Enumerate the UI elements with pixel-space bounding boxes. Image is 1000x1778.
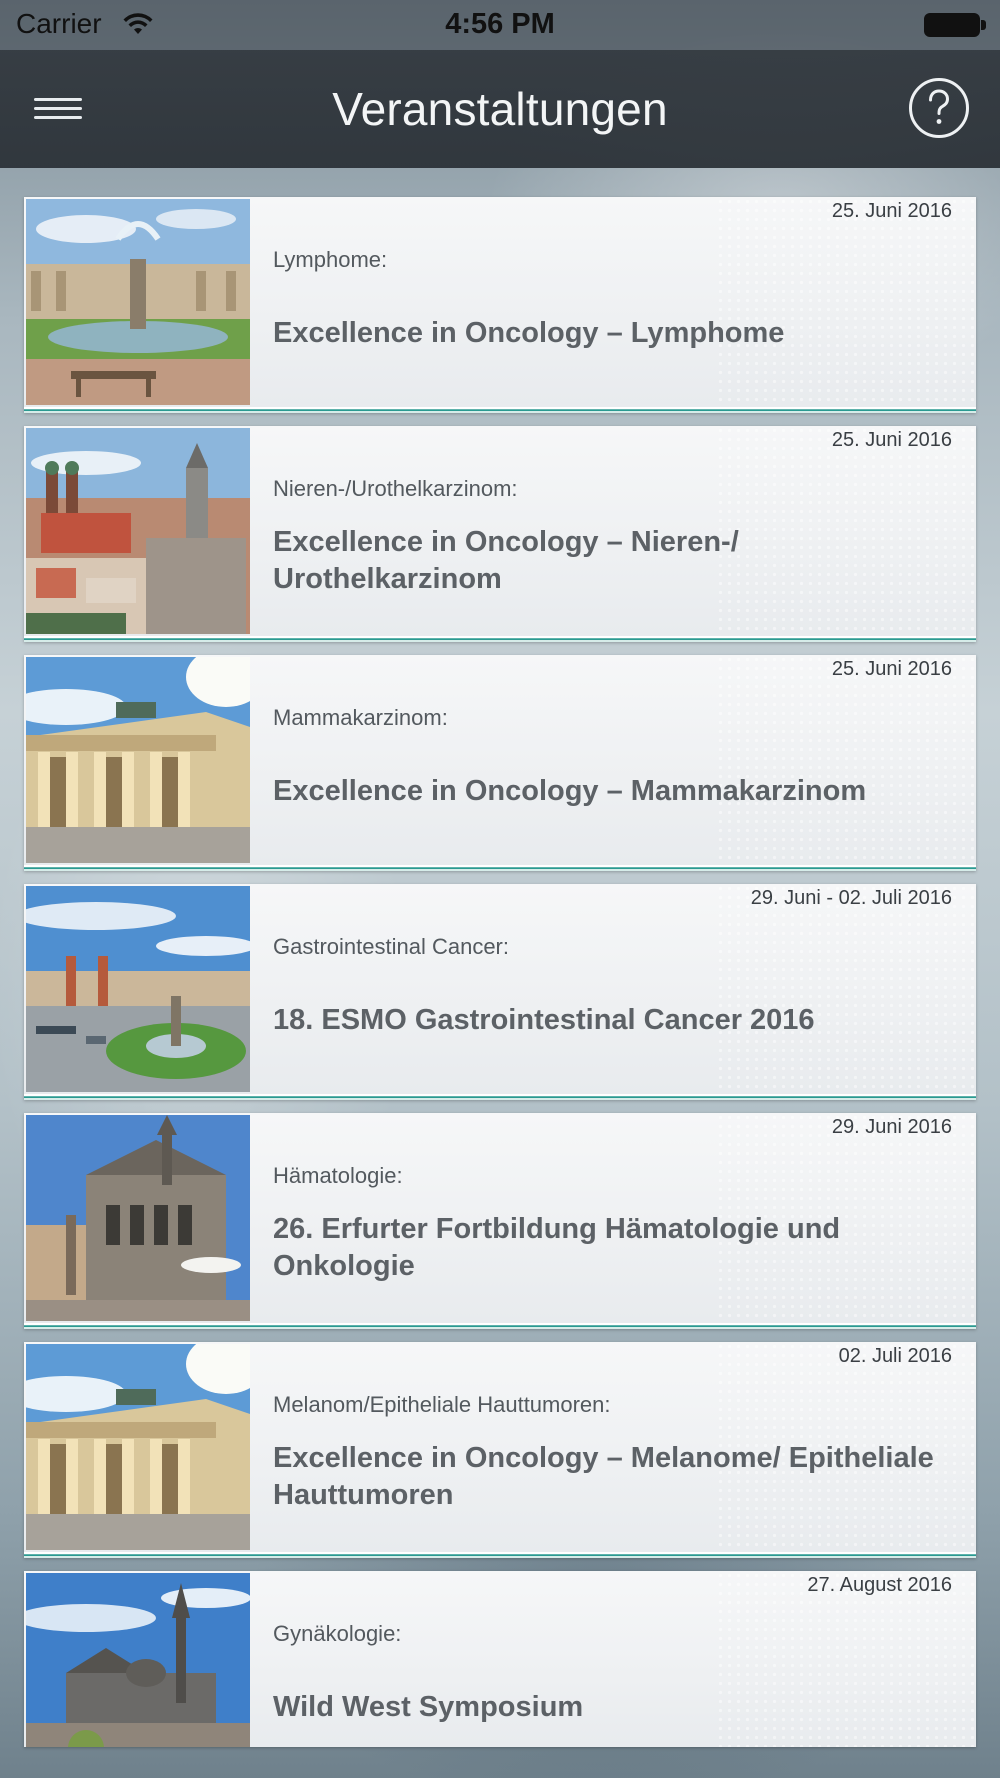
event-title: Wild West Symposium xyxy=(273,1691,584,1723)
event-date: 25. Juni 2016 xyxy=(831,200,952,222)
event-category: Lymphome: xyxy=(273,247,388,272)
event-category: Gynäkologie: xyxy=(273,1621,402,1646)
event-category: Mammakarzinom: xyxy=(273,705,448,730)
event-card[interactable]: 02. Juli 2016 Melanom/Epitheliale Hauttu… xyxy=(24,1342,976,1558)
event-list: 25. Juni 2016 Lymphome: Excellence in On… xyxy=(24,197,976,1760)
event-date: 02. Juli 2016 xyxy=(838,1345,952,1367)
event-date: 29. Juni 2016 xyxy=(831,1116,952,1138)
event-category: Hämatologie: xyxy=(273,1163,403,1188)
event-title: Excellence in Oncology – Lymphome xyxy=(273,317,785,349)
event-date: 25. Juni 2016 xyxy=(831,429,952,451)
event-card[interactable]: 25. Juni 2016 Lymphome: Excellence in On… xyxy=(24,197,976,413)
event-category: Gastrointestinal Cancer: xyxy=(273,934,509,959)
event-title: Excellence in Oncology – Melanome/ Epith… xyxy=(273,1442,934,1511)
event-date: 27. August 2016 xyxy=(807,1574,952,1596)
event-thumbnail-erfurt xyxy=(26,1115,250,1321)
event-card[interactable]: 27. August 2016 Gynäkologie: Wild West S… xyxy=(24,1571,976,1747)
event-title: Excellence in Oncology – Mammakarzinom xyxy=(273,775,867,807)
clock: 4:56 PM xyxy=(445,8,555,40)
event-thumbnail-barcelona xyxy=(26,886,250,1092)
event-thumbnail-munich xyxy=(26,428,250,634)
event-thumbnail-fountain xyxy=(26,199,250,405)
event-title: 18. ESMO Gastrointestinal Cancer 2016 xyxy=(273,1004,815,1036)
event-card[interactable]: 25. Juni 2016 Mammakarzinom: Excellence … xyxy=(24,655,976,871)
status-bar: Carrier 4:56 PM xyxy=(0,0,1000,50)
event-thumbnail-aachen xyxy=(26,1573,250,1747)
page-title: Veranstaltungen xyxy=(332,83,668,135)
event-card[interactable]: 29. Juni - 02. Juli 2016 Gastrointestina… xyxy=(24,884,976,1100)
event-thumbnail-brandenburg-gate xyxy=(26,1344,250,1550)
event-title: 26. Erfurter Fortbildung Hämatologie und… xyxy=(273,1213,841,1282)
event-card[interactable]: 25. Juni 2016 Nieren-/Urothelkarzinom: E… xyxy=(24,426,976,642)
event-thumbnail-brandenburg-gate xyxy=(26,657,250,863)
event-date: 29. Juni - 02. Juli 2016 xyxy=(750,887,952,909)
navigation-bar: Veranstaltungen xyxy=(0,50,1000,168)
help-icon[interactable] xyxy=(908,77,970,139)
event-title: Excellence in Oncology – Nieren-/ Urothe… xyxy=(273,526,739,595)
event-category: Melanom/Epitheliale Hauttumoren: xyxy=(273,1392,611,1417)
event-category: Nieren-/Urothelkarzinom: xyxy=(273,476,518,501)
event-date: 25. Juni 2016 xyxy=(831,658,952,680)
event-card[interactable]: 29. Juni 2016 Hämatologie: 26. Erfurter … xyxy=(24,1113,976,1329)
battery-icon xyxy=(924,13,986,37)
